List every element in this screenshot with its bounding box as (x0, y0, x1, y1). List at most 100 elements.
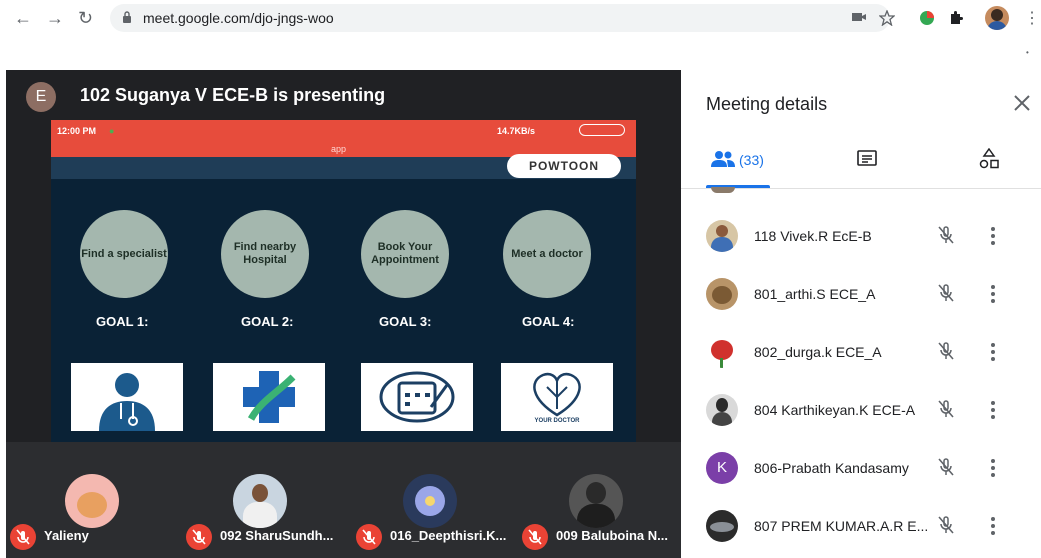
tab-chat[interactable] (857, 136, 881, 184)
doctor-card (71, 363, 183, 431)
people-count: (33) (739, 152, 764, 168)
forward-arrow-icon[interactable]: → (46, 8, 64, 29)
more-options-icon[interactable] (987, 398, 999, 422)
page-top-strip: • (0, 38, 1041, 70)
your-doctor-caption: YOUR DOCTOR (534, 418, 580, 424)
close-icon[interactable] (1011, 92, 1033, 114)
participant-avatar (706, 220, 738, 252)
participant-list: 118 Vivek.R EcE-B 801_arthi.S ECE_A 802_… (681, 187, 1041, 558)
mic-off-icon (938, 284, 954, 302)
participant-name: 118 Vivek.R EcE-B (754, 228, 872, 244)
participant-name: 807 PREM KUMAR.A.R E... (754, 518, 929, 534)
people-icon (711, 151, 735, 167)
goal-4-label: GOAL 4: (522, 314, 575, 329)
presenter-bar: E 102 Suganya V ECE-B is presenting (6, 70, 681, 120)
browser-menu-icon[interactable]: ⋮ (1024, 8, 1040, 28)
lock-icon (123, 11, 131, 23)
powtoon-label: POWTOON (528, 159, 600, 173)
more-options-icon[interactable] (987, 514, 999, 538)
more-options-icon[interactable] (987, 224, 999, 248)
goal-2-circle: Find nearby Hospital (221, 210, 309, 298)
muted-mic-icon (356, 524, 382, 550)
participant-avatar (706, 510, 738, 542)
partial-avatar (711, 187, 735, 193)
reload-icon[interactable]: ↻ (78, 8, 93, 29)
thumbnail-name: 009 Baluboina N... (556, 528, 668, 543)
battery-icon (579, 124, 625, 136)
doctor-icon (99, 373, 155, 431)
calendar-icon (379, 371, 455, 423)
participant-row[interactable]: K 806-Prabath Kandasamy (681, 440, 1041, 498)
address-bar[interactable]: meet.google.com/djo-jngs-woo (110, 4, 890, 32)
your-doctor-card: YOUR DOCTOR (501, 363, 613, 431)
thumbnail-tile[interactable]: 009 Baluboina N... (514, 474, 678, 558)
thumbnail-avatar (569, 474, 623, 528)
participant-avatar (706, 278, 738, 310)
meeting-stage: E 102 Suganya V ECE-B is presenting 12:0… (6, 70, 681, 558)
hospital-cross-icon (243, 371, 296, 423)
participant-row[interactable]: 118 Vivek.R EcE-B (681, 208, 1041, 266)
participant-name: 806-Prabath Kandasamy (754, 460, 909, 476)
presenter-avatar: E (26, 82, 56, 112)
goal-4-circle: Meet a doctor (503, 210, 591, 298)
star-icon[interactable] (879, 10, 895, 26)
tab-people[interactable]: (33) (711, 136, 781, 184)
goal-1-label: GOAL 1: (96, 314, 149, 329)
participant-avatar: K (706, 452, 738, 484)
browser-toolbar: ← → ↻ meet.google.com/djo-jngs-woo ⋮ (0, 0, 1041, 38)
muted-mic-icon (186, 524, 212, 550)
participant-name: 804 Karthikeyan.K ECE-A (754, 402, 916, 418)
mic-off-icon (938, 342, 954, 360)
thumbnail-name: 092 SharuSundh... (220, 528, 334, 543)
participant-row[interactable]: 804 Karthikeyan.K ECE-A (681, 382, 1041, 440)
status-time: 12:00 PM (57, 126, 97, 136)
back-arrow-icon[interactable]: ← (14, 8, 32, 29)
panel-title: Meeting details (706, 94, 828, 114)
muted-mic-icon (522, 524, 548, 550)
goal-3-circle: Book Your Appointment (361, 210, 449, 298)
goal-3-label: GOAL 3: (379, 314, 432, 329)
status-icons: ● (109, 126, 115, 136)
extension-chart-icon[interactable] (919, 10, 935, 26)
participant-row[interactable]: 802_durga.k ECE_A (681, 324, 1041, 382)
status-network: 14.7KB/s (497, 126, 536, 136)
presenter-title: 102 Suganya V ECE-B is presenting (80, 85, 386, 105)
phone-status-bar: 12:00 PM ● app 14.7KB/s (51, 120, 636, 157)
thumbnail-tile[interactable]: 016_Deepthisri.K... (348, 474, 512, 558)
participant-thumbnails: Yalieny 092 SharuSundh... 016_Deepthisri… (6, 442, 681, 558)
hospital-card (213, 363, 325, 431)
chat-icon (857, 150, 877, 166)
thumbnail-avatar (233, 474, 287, 528)
tab-activities[interactable] (979, 136, 1003, 184)
mic-off-icon (938, 458, 954, 476)
shapes-icon (979, 148, 999, 169)
more-options-icon[interactable] (987, 282, 999, 306)
thumbnail-avatar (403, 474, 457, 528)
thumbnail-tile[interactable]: 092 SharuSundh... (178, 474, 342, 558)
panel-tabs: (33) (681, 136, 1041, 184)
participant-avatar (706, 394, 738, 426)
powtoon-logo: POWTOON (507, 154, 621, 178)
mic-off-icon (938, 516, 954, 534)
more-options-icon[interactable] (987, 456, 999, 480)
thumbnail-name: 016_Deepthisri.K... (390, 528, 507, 543)
thumbnail-tile[interactable]: Yalieny (10, 474, 174, 558)
participant-name: 801_arthi.S ECE_A (754, 286, 876, 302)
participant-avatar (706, 336, 738, 368)
thumbnail-avatar (65, 474, 119, 528)
profile-avatar[interactable] (985, 6, 1009, 30)
participant-row[interactable]: 801_arthi.S ECE_A (681, 266, 1041, 324)
app-label: app (331, 144, 347, 154)
dot-icon: • (1026, 48, 1029, 57)
muted-mic-icon (10, 524, 36, 550)
shared-screen: 12:00 PM ● app 14.7KB/s POWTOON Find a s… (51, 120, 636, 442)
more-options-icon[interactable] (987, 340, 999, 364)
participant-name: 802_durga.k ECE_A (754, 344, 882, 360)
participant-row[interactable]: 807 PREM KUMAR.A.R E... (681, 498, 1041, 556)
puzzle-icon[interactable] (948, 10, 964, 26)
goal-1-circle: Find a specialist (80, 210, 168, 298)
appointment-card (361, 363, 473, 431)
camera-icon[interactable] (851, 10, 867, 24)
mic-off-icon (938, 400, 954, 418)
meeting-details-panel: Meeting details (33) 118 Vivek.R EcE-B 8… (681, 70, 1041, 558)
